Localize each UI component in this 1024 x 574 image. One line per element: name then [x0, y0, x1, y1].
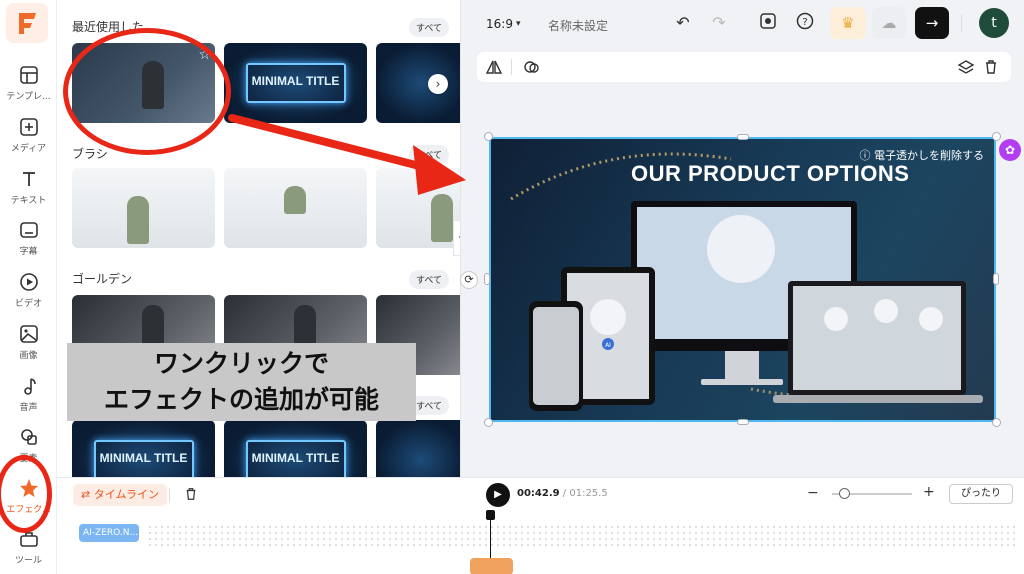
app: テンプレ... メディア テキスト 字幕 ビデオ 画像 音声 要素 エフェク..… [0, 0, 1024, 574]
annotation-arrow [228, 114, 466, 195]
